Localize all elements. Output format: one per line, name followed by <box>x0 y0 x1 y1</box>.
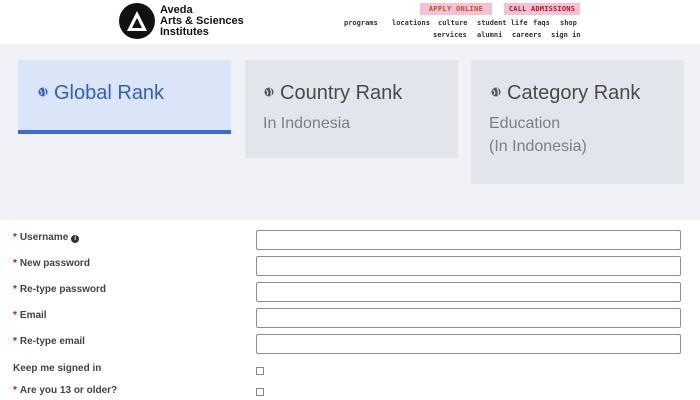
nav-link-student-life[interactable]: student life <box>477 19 528 27</box>
keep-signed-in-checkbox[interactable] <box>256 367 264 375</box>
call-admissions-button[interactable]: CALL ADMISSIONS <box>504 3 580 15</box>
username-label-text: Username <box>19 232 69 243</box>
nav-link-faqs[interactable]: faqs <box>533 19 550 27</box>
retype-email-label: * Re-type email <box>13 336 85 347</box>
new-password-label: * New password <box>13 258 90 269</box>
country-rank-label: Country Rank <box>280 82 403 104</box>
username-label: * Username i <box>13 232 80 243</box>
nav-link-culture[interactable]: culture <box>438 19 468 27</box>
category-name: Education <box>489 115 561 132</box>
age-label-text: Are you 13 or older? <box>19 385 118 396</box>
global-rank-title: Global Rank <box>38 82 164 105</box>
nav-link-careers[interactable]: careers <box>512 31 542 39</box>
tab-category-rank[interactable]: Category Rank Education (In Indonesia) <box>471 60 684 184</box>
retype-email-input[interactable] <box>256 334 681 354</box>
category-rank-label: Category Rank <box>507 82 641 104</box>
apply-online-button[interactable]: APPLY ONLINE <box>420 3 492 15</box>
logo-text: Aveda Arts & Sciences Institutes <box>160 3 244 38</box>
nav-link-locations[interactable]: locations <box>392 19 430 27</box>
email-input[interactable] <box>256 308 681 328</box>
tab-global-rank[interactable]: Global Rank <box>18 60 231 134</box>
globe-icon <box>264 87 274 97</box>
required-mark: * <box>13 336 17 347</box>
required-mark: * <box>13 258 17 269</box>
info-icon[interactable]: i <box>71 235 80 243</box>
nav-link-alumni[interactable]: alumni <box>477 31 502 39</box>
site-header: Aveda Arts & Sciences Institutes APPLY O… <box>0 0 700 44</box>
country-rank-title: Country Rank <box>264 82 402 105</box>
retype-password-input[interactable] <box>256 282 681 302</box>
globe-icon <box>491 87 501 97</box>
nav-link-services[interactable]: services <box>433 31 467 39</box>
new-password-label-text: New password <box>19 258 90 269</box>
global-rank-label: Global Rank <box>54 82 165 104</box>
category-rank-title: Category Rank <box>491 82 640 105</box>
logo-line-2: Arts & Sciences <box>160 14 244 27</box>
category-region: (In Indonesia) <box>489 138 587 155</box>
tab-country-rank[interactable]: Country Rank In Indonesia <box>245 60 458 158</box>
age-label: * Are you 13 or older? <box>13 385 117 396</box>
logo-mark-icon <box>119 3 155 39</box>
nav-link-sign-in[interactable]: sign in <box>551 31 581 39</box>
retype-password-label: * Re-type password <box>13 284 106 295</box>
keep-signed-in-label: Keep me signed in <box>13 363 101 374</box>
new-password-input[interactable] <box>256 256 681 276</box>
logo-line-3: Institutes <box>160 25 209 38</box>
retype-password-label-text: Re-type password <box>19 284 107 295</box>
globe-icon <box>38 87 48 97</box>
category-rank-subtitle: Education (In Indonesia) <box>489 112 587 158</box>
required-mark: * <box>13 232 17 243</box>
email-label: * Email <box>13 310 47 321</box>
email-label-text: Email <box>19 310 47 321</box>
username-input[interactable] <box>256 230 681 250</box>
nav-link-programs[interactable]: programs <box>344 19 378 27</box>
age-checkbox[interactable] <box>256 388 264 396</box>
retype-email-label-text: Re-type email <box>19 336 85 347</box>
required-mark: * <box>13 284 17 295</box>
required-mark: * <box>13 385 17 396</box>
aveda-logo[interactable]: Aveda Arts & Sciences Institutes <box>119 3 244 39</box>
country-rank-subtitle: In Indonesia <box>263 115 351 132</box>
rank-panel: Global Rank Country Rank In Indonesia Ca… <box>0 44 700 220</box>
active-tab-indicator <box>18 130 231 134</box>
logo-line-1: Aveda <box>160 3 193 16</box>
keep-signed-in-label-text: Keep me signed in <box>13 363 102 374</box>
nav-link-shop[interactable]: shop <box>560 19 577 27</box>
required-mark: * <box>13 310 17 321</box>
